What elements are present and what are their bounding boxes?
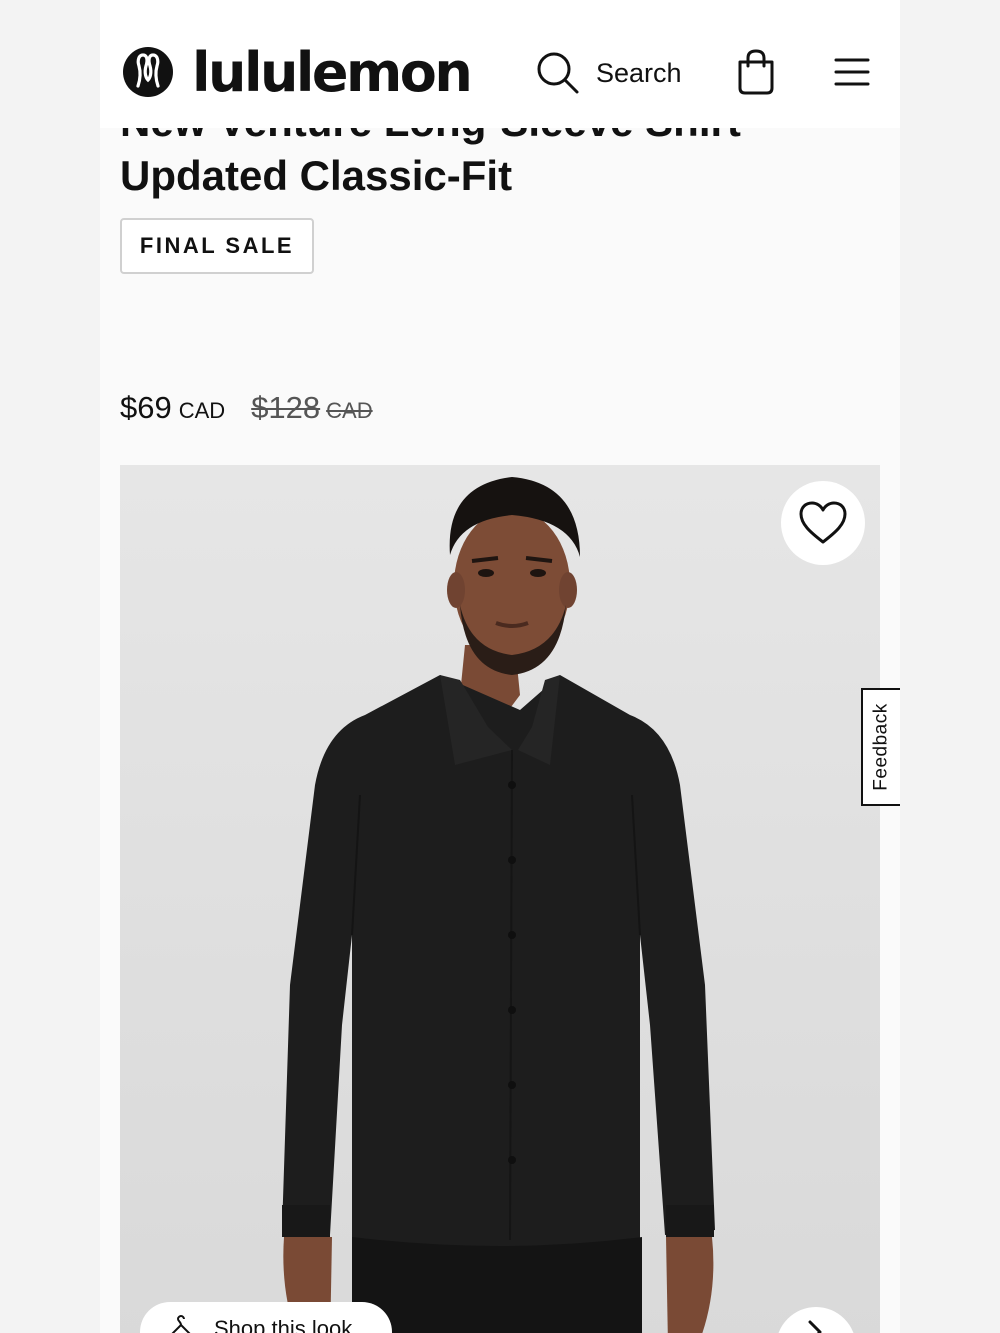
model-wearing-shirt-image — [282, 477, 715, 1333]
feedback-tab[interactable]: Feedback — [861, 688, 900, 806]
current-price: $69 — [120, 390, 172, 425]
add-to-wishlist-button[interactable] — [781, 481, 865, 565]
site-header: lululemon Search — [100, 0, 900, 128]
search-button[interactable]: Search — [536, 50, 682, 96]
original-price-currency: CAD — [326, 398, 373, 423]
chevron-right-icon — [808, 1320, 822, 1333]
feedback-label: Feedback — [870, 703, 892, 791]
price-block: $69 CAD $128 CAD — [120, 390, 373, 426]
search-icon — [537, 52, 579, 94]
shopping-bag-icon[interactable] — [736, 48, 776, 96]
search-label: Search — [596, 57, 682, 88]
current-price-currency: CAD — [178, 398, 226, 423]
product-page: New Venture Long-Sleeve Shirt Updated Cl… — [100, 0, 900, 1333]
lululemon-logo-icon[interactable] — [122, 46, 174, 98]
hanger-icon — [171, 1315, 191, 1333]
final-sale-badge: FINAL SALE — [120, 218, 314, 274]
product-title-line-2: Updated Classic-Fit — [120, 152, 513, 199]
heart-icon — [799, 501, 847, 544]
product-image[interactable]: Shop this look — [120, 465, 880, 1333]
brand-wordmark[interactable]: lululemon — [192, 40, 473, 106]
shop-this-look-label: Shop this look — [214, 1316, 353, 1333]
hamburger-menu-icon[interactable] — [834, 56, 870, 88]
shop-this-look-button[interactable]: Shop this look — [140, 1302, 392, 1333]
original-price: $128 — [251, 390, 321, 425]
